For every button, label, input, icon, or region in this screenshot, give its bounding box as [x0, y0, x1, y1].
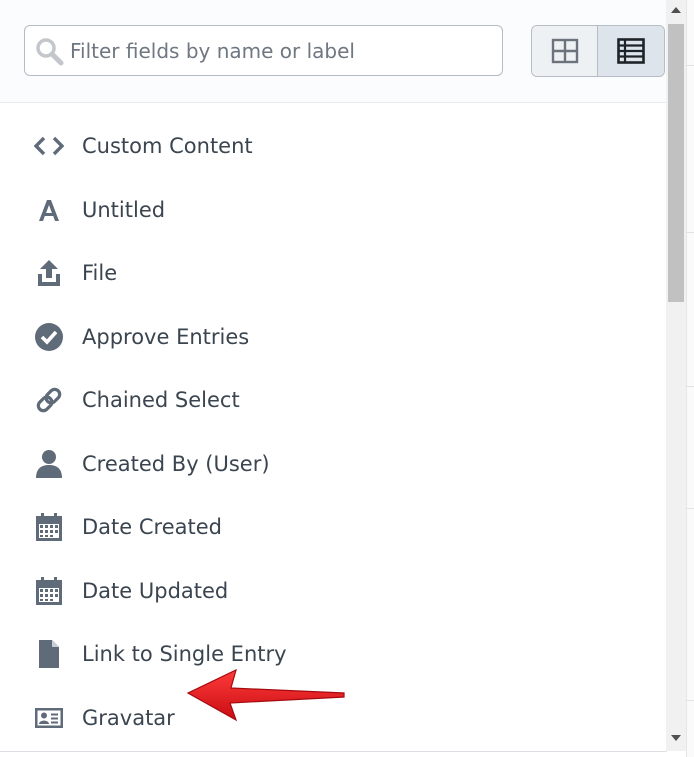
field-item-date-created[interactable]: Date Created	[0, 499, 640, 555]
grid-view-button[interactable]	[532, 26, 598, 76]
search-box	[24, 25, 503, 76]
field-label: Chained Select	[82, 388, 240, 412]
field-item-file[interactable]: File	[0, 245, 640, 301]
background-divider	[686, 700, 694, 701]
field-item-custom-content[interactable]: Custom Content	[0, 118, 640, 174]
background-divider	[686, 65, 694, 66]
field-label: Approve Entries	[82, 325, 250, 349]
text-icon	[33, 194, 65, 226]
field-item-created-by[interactable]: Created By (User)	[0, 436, 640, 492]
background-divider	[686, 508, 694, 509]
scroll-down-arrow-icon[interactable]	[671, 735, 681, 741]
code-icon	[33, 130, 65, 162]
background-divider	[686, 232, 694, 233]
grid-icon	[551, 38, 578, 64]
field-label: Custom Content	[82, 134, 253, 158]
field-item-untitled[interactable]: Untitled	[0, 182, 640, 238]
field-item-chained-select[interactable]: Chained Select	[0, 372, 640, 428]
background-edge	[686, 0, 694, 757]
view-toggle	[531, 25, 665, 77]
field-item-date-updated[interactable]: Date Updated	[0, 563, 640, 619]
check-circle-icon	[33, 321, 65, 353]
field-picker-panel: Custom Content Untitled File	[0, 0, 667, 752]
field-label: Link to Single Entry	[82, 642, 287, 666]
field-label: Date Created	[82, 515, 222, 539]
background-divider	[686, 386, 694, 387]
field-label: Created By (User)	[82, 452, 270, 476]
scroll-up-arrow-icon[interactable]	[671, 7, 681, 13]
field-picker-header	[0, 0, 666, 103]
list-view-button[interactable]	[598, 26, 664, 76]
upload-icon	[33, 257, 65, 289]
link-icon	[33, 384, 65, 416]
field-label: Date Updated	[82, 579, 229, 603]
id-card-icon	[33, 702, 65, 734]
field-label: Gravatar	[82, 706, 175, 730]
list-icon	[617, 38, 645, 64]
search-icon	[36, 38, 64, 66]
calendar-icon	[33, 511, 65, 543]
user-icon	[33, 448, 65, 480]
document-icon	[33, 638, 65, 670]
calendar-icon	[33, 575, 65, 607]
field-item-approve-entries[interactable]: Approve Entries	[0, 309, 640, 365]
search-input[interactable]	[70, 26, 490, 75]
field-label: Untitled	[82, 198, 166, 222]
red-arrow-annotation	[186, 668, 345, 722]
scrollbar-thumb[interactable]	[668, 24, 684, 302]
field-label: File	[82, 261, 118, 285]
